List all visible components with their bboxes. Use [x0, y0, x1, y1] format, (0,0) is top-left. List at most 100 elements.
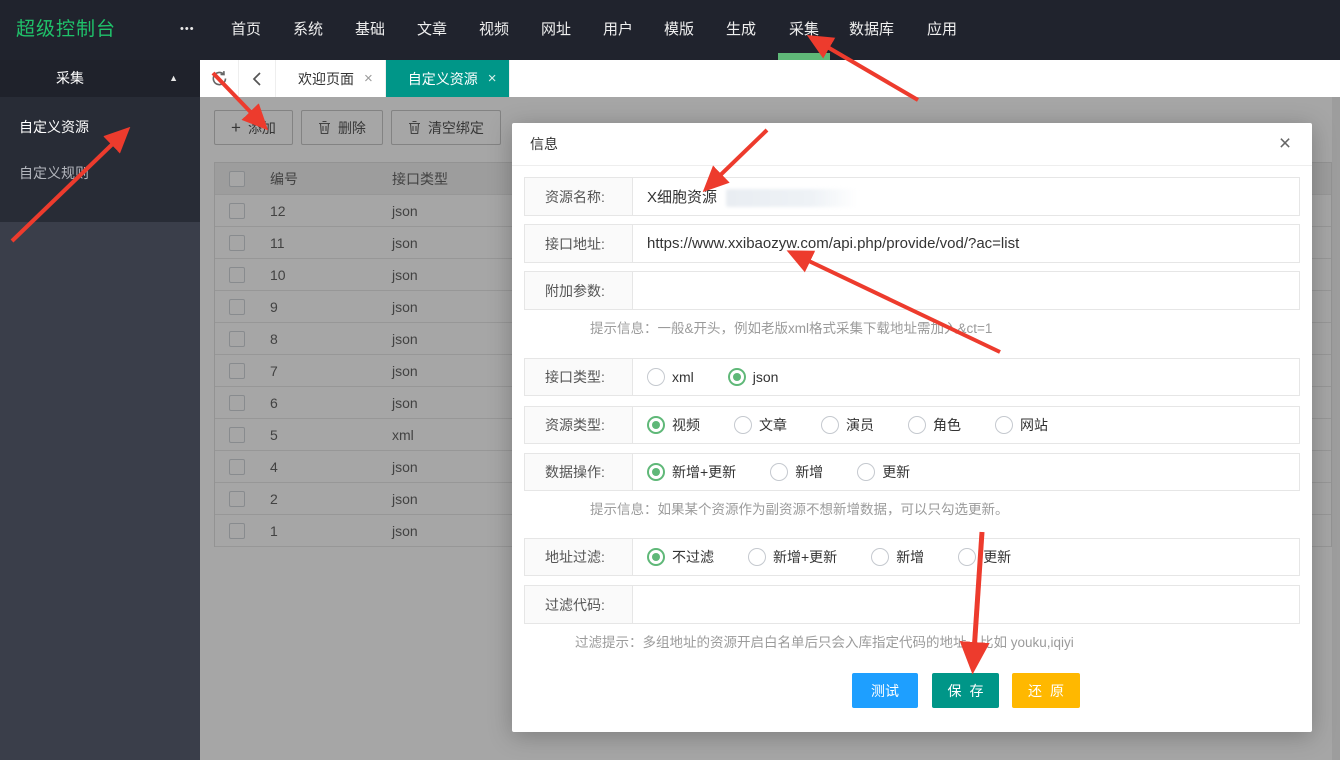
api-type-option-2[interactable]: json [728, 368, 779, 386]
nav-item-6[interactable]: 网址 [541, 0, 571, 60]
resource-type-option-2[interactable]: 文章 [734, 415, 787, 435]
tab-label: 自定义资源 [408, 69, 478, 89]
radio-label: 不过滤 [672, 547, 714, 567]
sidebar-group-caiji[interactable]: 采集 ▲ [0, 60, 200, 97]
nav-item-2[interactable]: 系统 [293, 0, 323, 60]
radio-icon [908, 416, 926, 434]
info-modal: 信息 × 资源名称:X细胞资源接口地址:https://www.xxibaozy… [512, 123, 1312, 732]
data-operation-option-2[interactable]: 新增 [770, 462, 823, 482]
tab-close-icon[interactable]: × [488, 71, 497, 86]
resource-type-option-4[interactable]: 角色 [908, 415, 961, 435]
radio-label: 角色 [933, 415, 961, 435]
resource-type-option-5[interactable]: 网站 [995, 415, 1048, 435]
url-filter-option-3[interactable]: 新增 [871, 547, 924, 567]
api-url-input[interactable]: https://www.xxibaozyw.com/api.php/provid… [633, 225, 1299, 262]
resource-type-radio-group: 视频 文章 演员 角色 网站 [633, 407, 1299, 443]
close-icon[interactable]: × [1272, 131, 1298, 157]
radio-icon [647, 416, 665, 434]
operation-hint: 提示信息：如果某个资源作为副资源不想新增数据，可以只勾选更新。 [590, 498, 1009, 518]
data-operation-radio-group: 新增+更新 新增 更新 [633, 454, 1299, 490]
radio-icon [647, 548, 665, 566]
sidebar: 采集 ▲ 自定义资源自定义规则 [0, 60, 200, 760]
tab-bar: 欢迎页面 × 自定义资源 × [200, 60, 1340, 97]
data-operation-option-1[interactable]: 新增+更新 [647, 462, 736, 482]
nav-item-12[interactable]: 应用 [927, 0, 957, 60]
field-row-data-operation: 数据操作: 新增+更新 新增 更新 [524, 453, 1300, 491]
radio-icon [728, 368, 746, 386]
radio-label: 网站 [1020, 415, 1048, 435]
url-filter-option-1[interactable]: 不过滤 [647, 547, 714, 567]
nav-item-9[interactable]: 生成 [726, 0, 756, 60]
field-row-api-url: 接口地址:https://www.xxibaozyw.com/api.php/p… [524, 224, 1300, 263]
sidebar-item-1[interactable]: 自定义资源 [0, 105, 200, 149]
collapse-triangle-icon: ▲ [169, 60, 178, 97]
url-filter-option-4[interactable]: 更新 [958, 547, 1011, 567]
url-filter-option-2[interactable]: 新增+更新 [748, 547, 837, 567]
api-type-option-1[interactable]: xml [647, 368, 694, 386]
filter-hint: 过滤提示：多组地址的资源开启白名单后只会入库指定代码的地址。比如 youku,i… [575, 631, 1074, 651]
radio-label: 新增+更新 [672, 462, 736, 482]
radio-label: xml [672, 369, 694, 385]
radio-label: 演员 [846, 415, 874, 435]
sidebar-submenu: 自定义资源自定义规则 [0, 97, 200, 222]
radio-icon [958, 548, 976, 566]
restore-button[interactable]: 还原 [1012, 673, 1080, 708]
radio-icon [748, 548, 766, 566]
field-row-api-type: 接口类型: xml json [524, 358, 1300, 396]
radio-label: 文章 [759, 415, 787, 435]
field-row-url-filter: 地址过滤: 不过滤 新增+更新 新增 更新 [524, 538, 1300, 576]
resource-type-option-3[interactable]: 演员 [821, 415, 874, 435]
back-button[interactable] [239, 60, 276, 97]
chevron-left-icon [251, 71, 263, 87]
url-filter-radio-group: 不过滤 新增+更新 新增 更新 [633, 539, 1299, 575]
nav-item-8[interactable]: 模版 [664, 0, 694, 60]
tab-label: 欢迎页面 [298, 69, 354, 89]
modal-header-divider [512, 165, 1312, 166]
radio-icon [857, 463, 875, 481]
field-row-extra-params: 附加参数: [524, 271, 1300, 310]
radio-icon [647, 463, 665, 481]
extra-params-input[interactable] [633, 272, 1299, 309]
modal-title: 信息 [530, 123, 558, 165]
radio-label: 更新 [882, 462, 910, 482]
top-navbar: 超级控制台 ••• 首页系统基础文章视频网址用户模版生成采集数据库应用 [0, 0, 1340, 60]
radio-label: 更新 [983, 547, 1011, 567]
data-operation-option-3[interactable]: 更新 [857, 462, 910, 482]
nav-item-7[interactable]: 用户 [603, 0, 633, 60]
radio-label: 视频 [672, 415, 700, 435]
test-button[interactable]: 测试 [852, 673, 918, 708]
nav-item-1[interactable]: 首页 [231, 0, 261, 60]
nav-item-3[interactable]: 基础 [355, 0, 385, 60]
tab-2[interactable]: 自定义资源 × [386, 60, 510, 97]
radio-icon [647, 368, 665, 386]
refresh-icon [210, 69, 229, 88]
nav-item-5[interactable]: 视频 [479, 0, 509, 60]
sidebar-item-2[interactable]: 自定义规则 [0, 151, 200, 195]
data-operation-label: 数据操作: [525, 454, 633, 490]
tab-1[interactable]: 欢迎页面 × [276, 60, 386, 97]
filter-code-input[interactable] [633, 586, 1299, 623]
field-row-resource-type: 资源类型: 视频 文章 演员 角色 网站 [524, 406, 1300, 444]
tab-close-icon[interactable]: × [364, 71, 373, 86]
radio-icon [995, 416, 1013, 434]
filter-code-label: 过滤代码: [525, 586, 633, 623]
app-logo[interactable]: 超级控制台 [16, 0, 116, 60]
refresh-button[interactable] [200, 60, 239, 97]
api-type-label: 接口类型: [525, 359, 633, 395]
radio-icon [770, 463, 788, 481]
nav-item-4[interactable]: 文章 [417, 0, 447, 60]
radio-icon [871, 548, 889, 566]
radio-icon [821, 416, 839, 434]
nav-item-11[interactable]: 数据库 [849, 0, 894, 60]
url-filter-label: 地址过滤: [525, 539, 633, 575]
params-hint: 提示信息：一般&开头，例如老版xml格式采集下载地址需加入&ct=1 [590, 317, 992, 337]
radio-label: json [753, 369, 779, 385]
nav-item-10[interactable]: 采集 [789, 0, 819, 60]
save-button[interactable]: 保存 [932, 673, 999, 708]
radio-label: 新增 [896, 547, 924, 567]
radio-label: 新增+更新 [773, 547, 837, 567]
nav-more-icon[interactable]: ••• [180, 0, 195, 58]
extra-params-label: 附加参数: [525, 272, 633, 309]
resource-type-label: 资源类型: [525, 407, 633, 443]
resource-type-option-1[interactable]: 视频 [647, 415, 700, 435]
